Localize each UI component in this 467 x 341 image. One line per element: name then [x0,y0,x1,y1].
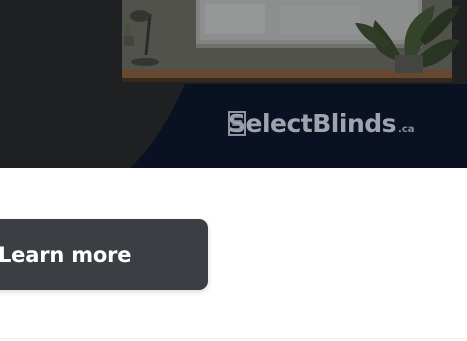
window-scene-image [0,0,467,168]
divider [0,338,467,339]
brand-tld: .ca [398,124,415,135]
brand-name: SelectBlinds [228,109,397,138]
selectblinds-logo: SelectBlinds .ca [228,111,415,136]
ad-banner[interactable]: SelectBlinds .ca [0,0,467,168]
page: SelectBlinds .ca Learn more [0,0,467,341]
learn-more-label: Learn more [0,242,132,267]
blind-slats-icon [228,111,246,136]
learn-more-button[interactable]: Learn more [0,219,208,290]
